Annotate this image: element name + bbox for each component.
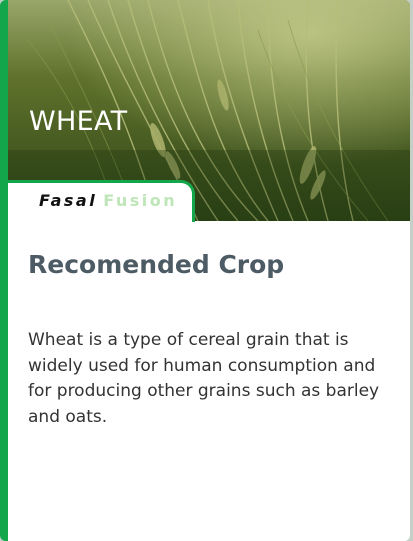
brand-name-part2: Fusion (103, 191, 178, 210)
card-footer (8, 534, 410, 541)
crop-title: WHEAT (29, 106, 128, 137)
crop-card: WHEAT Fasal Fusion Recomended Crop Wheat … (0, 0, 410, 541)
brand-logo-text: Fasal Fusion (39, 191, 177, 210)
crop-description: Wheat is a type of cereal grain that is … (28, 330, 380, 427)
section-heading: Recomended Crop (28, 250, 285, 279)
brand-name-part1: Fasal (39, 191, 98, 210)
